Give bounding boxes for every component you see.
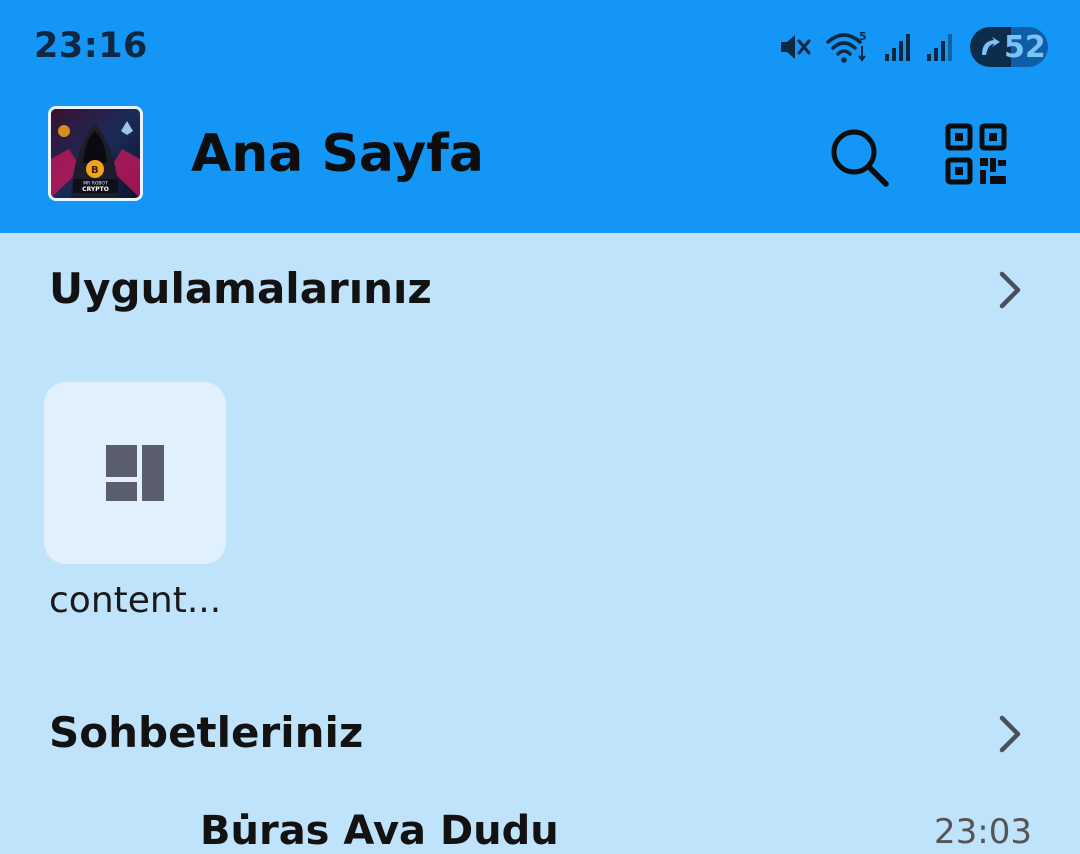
search-button[interactable]: [826, 124, 892, 190]
qr-code-icon: [945, 123, 1007, 185]
signal-icon: [884, 32, 912, 62]
avatar-image: B MR ROBOT CRYPTO: [51, 109, 140, 198]
chats-section-header[interactable]: Sohbetleriniz: [0, 694, 1080, 774]
chevron-right-icon[interactable]: [990, 710, 1030, 758]
charging-icon: [978, 35, 1002, 59]
wifi-icon: 5: [826, 30, 870, 64]
signal-icon: [926, 32, 954, 62]
layout-icon: [106, 445, 164, 501]
status-time: 23:16: [34, 26, 148, 66]
battery-level: 52: [1004, 29, 1046, 65]
apps-section-header[interactable]: Uygulamalarınız: [0, 250, 1080, 330]
chats-section-title: Sohbetleriniz: [49, 708, 364, 757]
avatar[interactable]: B MR ROBOT CRYPTO: [48, 106, 143, 201]
chat-name[interactable]: Bu̇ras Ava Dudu: [200, 808, 559, 854]
battery-icon: 52: [970, 27, 1048, 67]
qr-scan-button[interactable]: [944, 122, 1010, 188]
chevron-right-icon[interactable]: [990, 266, 1030, 314]
status-icons: 5 52: [764, 26, 1048, 68]
mute-icon: [778, 32, 812, 62]
app-label[interactable]: content...: [49, 580, 221, 621]
top-bar: 23:16 5 52 B MR ROBOT CRYPTO Ana Sayfa: [0, 0, 1080, 233]
svg-text:CRYPTO: CRYPTO: [82, 186, 109, 193]
search-icon: [831, 129, 889, 187]
chat-time: 23:03: [934, 812, 1032, 852]
svg-text:B: B: [91, 165, 99, 176]
apps-section-title: Uygulamalarınız: [49, 264, 432, 313]
svg-text:5: 5: [859, 30, 867, 43]
page-title: Ana Sayfa: [191, 124, 485, 184]
